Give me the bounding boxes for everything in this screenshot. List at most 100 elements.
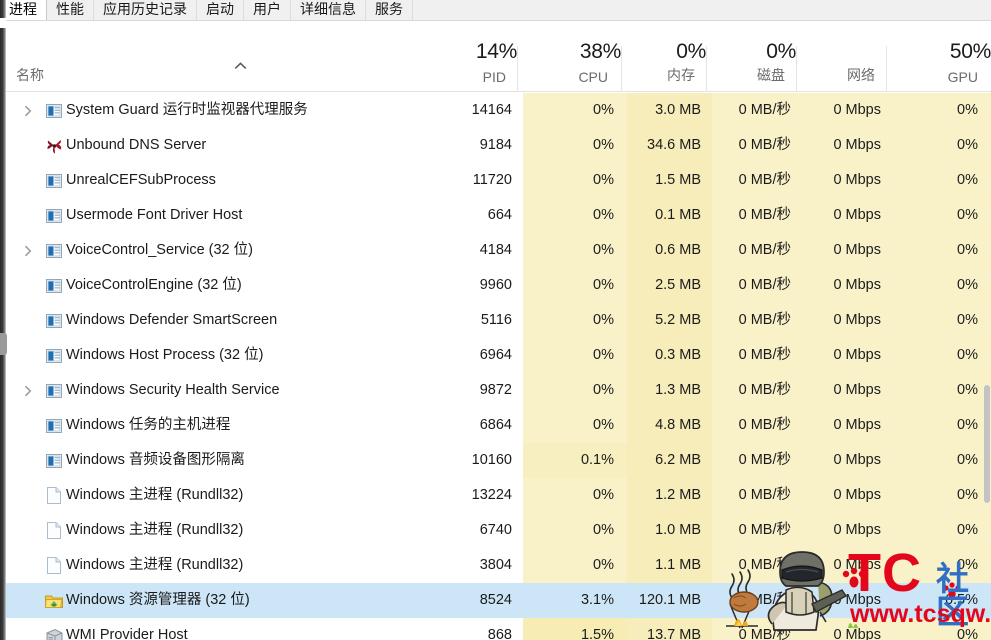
- process-row[interactable]: Usermode Font Driver Host 664 0% 0.1 MB 0 MB…: [6, 198, 991, 233]
- chevron-right-icon: [24, 385, 32, 396]
- process-row[interactable]: VoiceControlEngine (32 位) 9960 0% 2.5 MB 0 M…: [6, 268, 991, 303]
- process-list[interactable]: System Guard 运行时监视器代理服务 14164 0% 3.0 MB 0 MB…: [6, 93, 991, 640]
- column-header-network[interactable]: 网络: [796, 65, 886, 85]
- column-header-gpu[interactable]: GPU: [886, 69, 991, 85]
- process-disk: 0 MB/秒: [738, 487, 791, 503]
- process-disk: 0 MB/秒: [738, 347, 791, 363]
- chevron-right-icon: [24, 105, 32, 116]
- process-row[interactable]: System Guard 运行时监视器代理服务 14164 0% 3.0 MB 0 MB…: [6, 93, 991, 128]
- process-network: 0 Mbps: [833, 557, 881, 573]
- tab-3[interactable]: 启动: [197, 0, 244, 20]
- process-network: 0 Mbps: [833, 172, 881, 188]
- process-network: 0 Mbps: [833, 347, 881, 363]
- process-row[interactable]: Windows Security Health Service 9872 0% 1.3…: [6, 373, 991, 408]
- column-header-cpu[interactable]: CPU: [517, 69, 621, 85]
- process-memory: 5.2 MB: [655, 312, 701, 328]
- process-memory: 4.8 MB: [655, 417, 701, 433]
- column-summary-memory: 38%: [579, 40, 621, 63]
- process-disk: 0 MB/秒: [738, 242, 791, 258]
- window-icon: [44, 163, 64, 198]
- process-memory: 6.2 MB: [655, 452, 701, 468]
- process-row[interactable]: Windows 主进程 (Rundll32) 3804 0% 1.1 MB 0 MB/秒…: [6, 548, 991, 583]
- server-icon: [44, 618, 64, 640]
- tab-2[interactable]: 应用历史记录: [94, 0, 197, 20]
- process-gpu: 0%: [957, 382, 978, 398]
- process-memory: 3.0 MB: [655, 102, 701, 118]
- process-pid: 10160: [471, 452, 512, 468]
- process-disk: 0 MB/秒: [738, 592, 791, 608]
- process-pid: 868: [487, 627, 512, 640]
- document-icon: [44, 478, 64, 513]
- row-expander[interactable]: [20, 233, 36, 268]
- process-network: 0 Mbps: [833, 277, 881, 293]
- tab-1[interactable]: 性能: [47, 0, 94, 20]
- process-network: 0 Mbps: [833, 242, 881, 258]
- process-row[interactable]: Windows 资源管理器 (32 位) 8524 3.1% 120.1 MB 0 MB…: [6, 583, 991, 618]
- process-row[interactable]: VoiceControl_Service (32 位) 4184 0% 0.6 MB 0…: [6, 233, 991, 268]
- process-row[interactable]: Windows 主进程 (Rundll32) 13224 0% 1.2 MB 0 MB/…: [6, 478, 991, 513]
- process-gpu: 0%: [957, 172, 978, 188]
- process-disk: 0 MB/秒: [738, 557, 791, 573]
- process-network: 0 Mbps: [833, 312, 881, 328]
- window-left-edge-marker: [0, 333, 7, 355]
- process-pid: 9872: [479, 382, 512, 398]
- process-row[interactable]: Unbound DNS Server 9184 0% 34.6 MB 0 MB/秒 0 M…: [6, 128, 991, 163]
- process-disk: 0 MB/秒: [738, 277, 791, 293]
- process-memory: 1.2 MB: [655, 487, 701, 503]
- process-pid: 6864: [479, 417, 512, 433]
- process-cpu: 0%: [593, 347, 614, 363]
- document-icon: [44, 513, 64, 548]
- window-icon: [44, 443, 64, 478]
- process-cpu: 0%: [593, 277, 614, 293]
- process-memory: 34.6 MB: [647, 137, 701, 153]
- window-left-edge-gap: [0, 18, 6, 28]
- tab-5[interactable]: 详细信息: [291, 0, 366, 20]
- process-cpu: 0.1%: [580, 452, 614, 468]
- column-header-pid[interactable]: PID: [420, 69, 517, 85]
- process-gpu: 0%: [957, 102, 978, 118]
- process-disk: 0 MB/秒: [738, 382, 791, 398]
- process-cpu: 0%: [593, 522, 614, 538]
- process-row[interactable]: Windows Host Process (32 位) 6964 0% 0.3 MB 0…: [6, 338, 991, 373]
- scrollbar-thumb[interactable]: [984, 385, 990, 503]
- window-icon: [44, 198, 64, 233]
- process-cpu: 0%: [593, 487, 614, 503]
- process-pid: 664: [487, 207, 512, 223]
- row-expander[interactable]: [20, 93, 36, 128]
- process-row[interactable]: Windows 任务的主机进程 6864 0% 4.8 MB 0 MB/秒 0 Mbps 0…: [6, 408, 991, 443]
- window-icon: [44, 303, 64, 338]
- process-disk: 0 MB/秒: [738, 102, 791, 118]
- process-cpu: 0%: [593, 312, 614, 328]
- process-row[interactable]: Windows 音频设备图形隔离 10160 0.1% 6.2 MB 0 MB/秒 0 M…: [6, 443, 991, 478]
- process-disk: 0 MB/秒: [738, 627, 791, 640]
- process-memory: 0.3 MB: [655, 347, 701, 363]
- window-icon: [44, 373, 64, 408]
- column-header-name[interactable]: 名称: [16, 65, 216, 85]
- tab-6[interactable]: 服务: [366, 0, 413, 20]
- window-icon: [44, 408, 64, 443]
- process-row[interactable]: WMI Provider Host 868 1.5% 13.7 MB 0 MB/秒 0 M…: [6, 618, 991, 640]
- row-expander[interactable]: [20, 373, 36, 408]
- column-header-row: 名称 PID 14% CPU 38% 内存 0% 磁盘 0% 网络 50% GP…: [6, 22, 991, 92]
- process-network: 0 Mbps: [833, 452, 881, 468]
- tab-0[interactable]: 进程: [0, 0, 47, 20]
- column-header-memory[interactable]: 内存: [621, 65, 706, 85]
- process-pid: 4184: [479, 242, 512, 258]
- process-memory: 2.5 MB: [655, 277, 701, 293]
- chevron-right-icon: [24, 245, 32, 256]
- process-network: 0 Mbps: [833, 627, 881, 640]
- sort-ascending-icon: [234, 62, 247, 69]
- process-disk: 0 MB/秒: [738, 417, 791, 433]
- vertical-scrollbar[interactable]: [982, 93, 991, 640]
- process-row[interactable]: UnrealCEFSubProcess 11720 0% 1.5 MB 0 MB/秒 0 …: [6, 163, 991, 198]
- process-memory: 120.1 MB: [638, 592, 701, 608]
- column-summary-cpu: 14%: [475, 40, 517, 63]
- tab-4[interactable]: 用户: [244, 0, 291, 20]
- process-row[interactable]: Windows Defender SmartScreen 5116 0% 5.2 MB…: [6, 303, 991, 338]
- process-disk: 0 MB/秒: [738, 137, 791, 153]
- explorer-icon: [44, 583, 64, 618]
- process-row[interactable]: Windows 主进程 (Rundll32) 6740 0% 1.0 MB 0 MB/秒…: [6, 513, 991, 548]
- process-memory: 13.7 MB: [647, 627, 701, 640]
- process-gpu: 0%: [957, 452, 978, 468]
- column-header-disk[interactable]: 磁盘: [706, 65, 796, 85]
